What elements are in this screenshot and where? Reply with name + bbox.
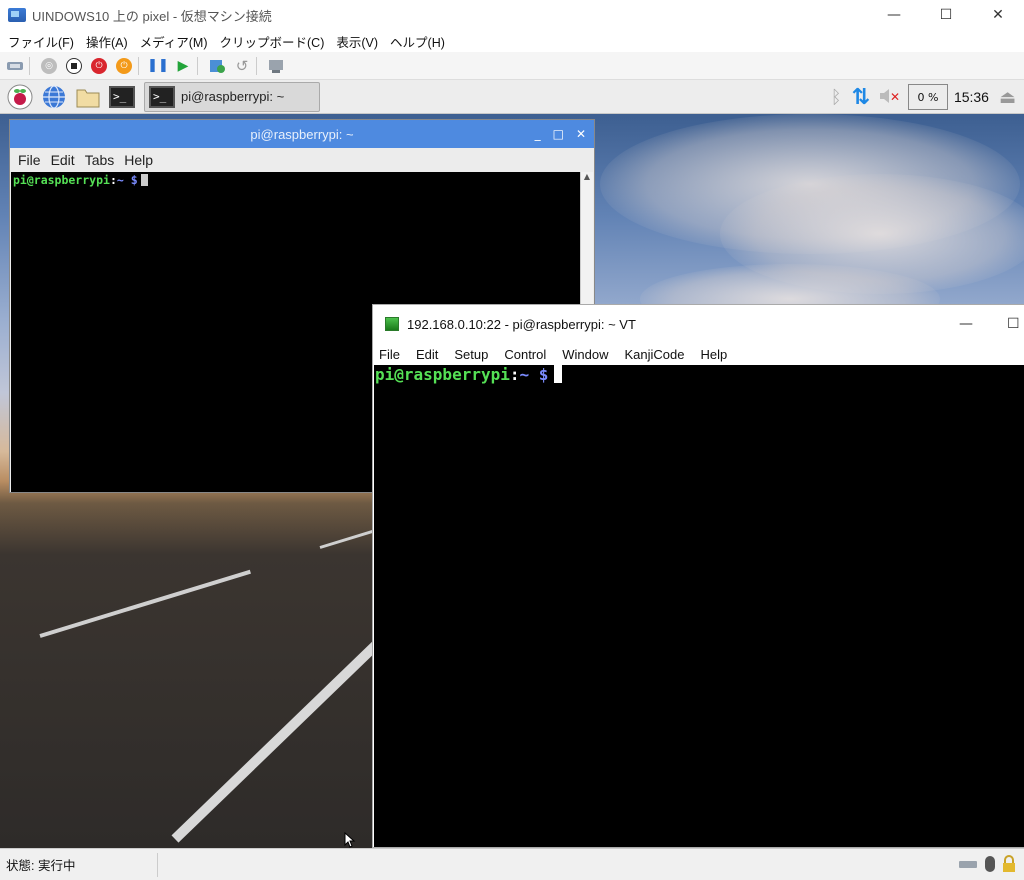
eject-icon[interactable]: ⏏ [999, 87, 1016, 108]
pi-terminal-prompt: pi@raspberrypi:~ $ [13, 173, 579, 187]
host-window-title: UINDOWS10 上の pixel - 仮想マシン接続 [32, 8, 272, 24]
menu-view[interactable]: 表示(V) [336, 32, 378, 51]
menu-file[interactable]: ファイル(F) [8, 32, 74, 51]
teraterm-titlebar[interactable]: 192.168.0.10:22 - pi@raspberrypi: ~ VT —… [373, 305, 1024, 343]
menu-action[interactable]: 操作(A) [86, 32, 128, 51]
ctrl-alt-del-icon[interactable] [5, 56, 25, 76]
pi-close-button[interactable]: ✕ [576, 127, 586, 141]
taskbar-terminal-label: pi@raspberrypi: ~ [181, 89, 285, 104]
menu-media[interactable]: メディア(M) [140, 32, 208, 51]
vt-menu-file[interactable]: File [379, 347, 400, 362]
vm-connection-icon [8, 8, 26, 22]
revert-icon[interactable]: ↺ [232, 56, 252, 76]
toolbar-divider [197, 56, 198, 75]
enhanced-session-icon[interactable] [266, 56, 286, 76]
svg-text:✕: ✕ [890, 90, 900, 104]
host-maximize-button[interactable]: ☐ [920, 0, 972, 30]
web-browser-icon[interactable] [40, 83, 68, 111]
vm-status-text: 状態: 実行中 [6, 852, 158, 877]
teraterm-maximize-button[interactable]: ☐ [1007, 316, 1020, 332]
teraterm-controls: — ☐ [959, 305, 1024, 343]
teraterm-prompt: pi@raspberrypi:~ $ [375, 365, 1024, 384]
vt-menu-setup[interactable]: Setup [454, 347, 488, 362]
turn-off-icon[interactable] [64, 56, 84, 76]
teraterm-icon [385, 317, 399, 331]
terminal-icon: >_ [149, 85, 175, 108]
host-minimize-button[interactable]: — [868, 0, 920, 30]
shutdown-icon[interactable]: ⏻ [89, 56, 109, 76]
vt-menu-help[interactable]: Help [701, 347, 728, 362]
lock-icon [1002, 854, 1016, 876]
panel-tray: ᛒ ⇅ ✕ 0 % 15:36 ⏏ [831, 80, 1016, 114]
start-icon[interactable]: ◎ [39, 56, 59, 76]
pixel-taskbar: >_ >_ pi@raspberrypi: ~ ᛒ ⇅ ✕ 0 % 15:36 … [0, 80, 1024, 114]
menu-help[interactable]: ヘルプ(H) [390, 32, 445, 51]
volume-muted-icon[interactable]: ✕ [878, 86, 900, 109]
vt-prompt-user: pi@raspberrypi [375, 365, 510, 384]
teraterm-window: 192.168.0.10:22 - pi@raspberrypi: ~ VT —… [372, 304, 1024, 848]
toolbar-divider [256, 56, 257, 75]
vt-menu-kanjicode[interactable]: KanjiCode [625, 347, 685, 362]
host-window-controls: — ☐ ✕ [868, 0, 1024, 30]
vt-prompt-dir: ~ $ [519, 365, 549, 384]
scroll-up-arrow-icon[interactable]: ▲ [581, 172, 593, 181]
toolbar-divider [138, 56, 139, 75]
toolbar-divider [29, 56, 30, 75]
menu-clipboard[interactable]: クリップボード(C) [220, 32, 325, 51]
pi-minimize-button[interactable]: _ [535, 127, 541, 141]
teraterm-menubar: File Edit Setup Control Window KanjiCode… [373, 343, 1024, 365]
pi-menu-tabs[interactable]: Tabs [85, 152, 115, 168]
bluetooth-icon[interactable]: ᛒ [831, 87, 842, 108]
teraterm-screen[interactable]: pi@raspberrypi:~ $ [374, 365, 1024, 847]
mouse-icon [984, 855, 996, 876]
pi-menu-edit[interactable]: Edit [51, 152, 75, 168]
terminal-launcher-icon[interactable]: >_ [108, 83, 136, 111]
teraterm-cursor [554, 365, 563, 383]
host-statusbar: 状態: 実行中 [0, 848, 1024, 880]
pi-maximize-button[interactable]: □ [553, 127, 564, 141]
teraterm-minimize-button[interactable]: — [959, 316, 973, 332]
pi-terminal-menubar: File Edit Tabs Help [10, 148, 594, 172]
network-icon[interactable]: ⇅ [852, 85, 870, 110]
pi-terminal-cursor [140, 174, 148, 186]
clock: 15:36 [953, 89, 989, 105]
prompt-dir: ~ $ [116, 173, 138, 187]
pi-terminal-titlebar[interactable]: pi@raspberrypi: ~ _ □ ✕ [10, 120, 594, 148]
teraterm-title: 192.168.0.10:22 - pi@raspberrypi: ~ VT [407, 316, 636, 332]
taskbar-terminal-button[interactable]: >_ pi@raspberrypi: ~ [144, 81, 320, 112]
pi-terminal-title: pi@raspberrypi: ~ [250, 126, 354, 142]
pi-menu-file[interactable]: File [18, 152, 41, 168]
vt-menu-window[interactable]: Window [562, 347, 608, 362]
statusbar-icons [952, 849, 1016, 880]
vt-menu-edit[interactable]: Edit [416, 347, 438, 362]
keyboard-icon [958, 858, 978, 872]
host-toolbar: ◎ ⏻ ⏻ ❚❚ ▶ ↺ [0, 52, 1024, 80]
host-close-button[interactable]: ✕ [972, 0, 1024, 30]
vt-prompt-separator: : [509, 365, 520, 384]
vt-menu-control[interactable]: Control [504, 347, 546, 362]
pause-icon[interactable]: ❚❚ [147, 56, 169, 76]
resume-icon[interactable]: ▶ [173, 56, 193, 76]
pi-menu-help[interactable]: Help [124, 152, 153, 168]
prompt-separator: : [109, 173, 117, 187]
raspberry-menu-icon[interactable] [6, 83, 34, 111]
host-titlebar: UINDOWS10 上の pixel - 仮想マシン接続 — ☐ ✕ [0, 0, 1024, 30]
save-state-icon[interactable]: ⏻ [114, 56, 134, 76]
prompt-user: pi@raspberrypi [13, 173, 110, 187]
host-menubar: ファイル(F) 操作(A) メディア(M) クリップボード(C) 表示(V) ヘ… [0, 30, 1024, 52]
checkpoint-icon[interactable] [207, 56, 227, 76]
file-manager-icon[interactable] [74, 83, 102, 111]
cpu-monitor: 0 % [907, 84, 948, 110]
pi-terminal-controls: _ □ ✕ [523, 120, 586, 148]
